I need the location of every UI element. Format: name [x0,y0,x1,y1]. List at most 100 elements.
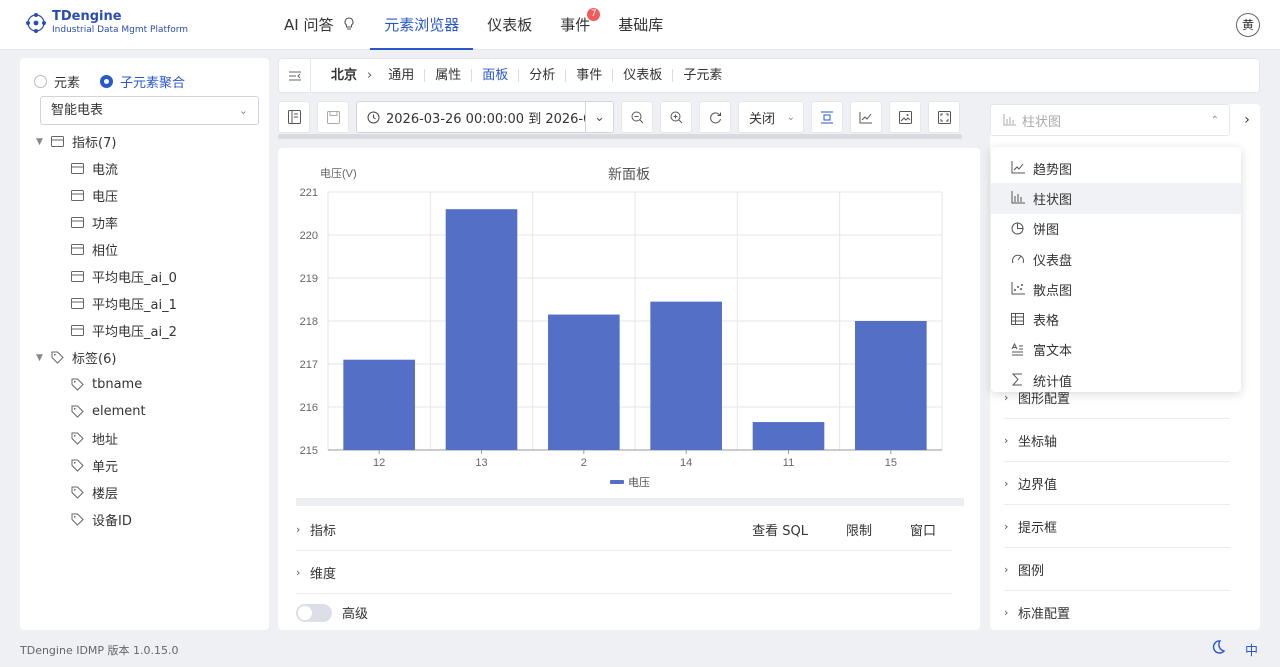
chevron-right-icon: › [1004,605,1009,619]
zoom-out-button[interactable] [621,101,653,133]
language-switch[interactable]: 中 [1245,640,1258,659]
tab-analysis[interactable]: 分析 [518,69,565,82]
config-section-bounds[interactable]: › 边界值 [1004,462,1230,505]
nav-events[interactable]: 事件 7 [546,0,604,50]
nav-dashboards[interactable]: 仪表板 [473,0,546,50]
trend-button[interactable] [850,101,882,133]
legend-swatch [610,480,624,484]
refresh-button[interactable] [699,101,731,133]
logo-subtitle: Industrial Data Mgmt Platform [52,25,189,35]
dark-mode-icon[interactable] [1210,639,1226,655]
template-select[interactable]: 智能电表 ⌄ [40,96,259,125]
zoom-in-button[interactable] [660,101,692,133]
tree-item-tag[interactable]: tbname [36,371,266,398]
config-section-standard[interactable]: › 标准配置 [1004,591,1230,634]
nav-library[interactable]: 基础库 [604,0,677,50]
y-axis-label: 电压(V) [320,167,357,180]
nav-ai-qa[interactable]: AI 问答 [270,0,370,50]
panel-toolbar: 2026-03-26 00:00:00 到 2026-03-2 ⌄ 关闭 ⌄ [278,100,967,134]
tab-events[interactable]: 事件 [565,69,612,82]
tree-item-metric[interactable]: 平均电压_ai_0 [36,263,266,290]
chart-type-select[interactable]: 柱状图 ⌃ [990,104,1230,136]
tree-item-metric[interactable]: 平均电压_ai_2 [36,317,266,344]
nav-element-browser[interactable]: 元素浏览器 [370,0,474,50]
metrics-section[interactable]: › 指标 查看 SQL 限制 窗口 [296,508,952,551]
chart-type-option-gauge[interactable]: 仪表盘 [991,244,1241,274]
auto-refresh-select[interactable]: 关闭 ⌄ [738,101,804,133]
fullscreen-icon [937,110,951,124]
chevron-right-icon: › [296,522,301,536]
breadcrumb-root[interactable]: 北京 [331,69,367,82]
tree-item-label: 单元 [92,460,119,475]
tree-item-metric[interactable]: 相位 [36,236,266,263]
snapshot-button[interactable] [889,101,921,133]
collapse-sidebar-button[interactable] [279,59,311,92]
y-tick-label: 215 [300,445,318,457]
chart-type-option-stat[interactable]: 统计值 [991,365,1241,395]
limit-link[interactable]: 限制 [846,520,872,539]
chart-scrollbar[interactable] [296,498,964,506]
bar [752,422,825,450]
config-section-axis[interactable]: › 坐标轴 [1004,419,1230,462]
time-range-picker[interactable]: 2026-03-26 00:00:00 到 2026-03-2 ⌄ [356,101,614,133]
avatar[interactable]: 黄 [1236,13,1260,37]
config-section-tooltip[interactable]: › 提示框 [1004,505,1230,548]
tree-group-metrics[interactable]: ▼ 指标(7) [36,128,266,155]
panel-list-button[interactable] [278,101,310,133]
tree-item-metric[interactable]: 平均电压_ai_1 [36,290,266,317]
fullscreen-button[interactable] [928,101,960,133]
time-range-value: 2026-03-26 00:00:00 到 2026-03-2 [386,111,613,127]
tab-attributes[interactable]: 属性 [424,69,471,82]
tab-general[interactable]: 通用 [378,69,424,82]
save-button[interactable] [317,101,349,133]
metric-icon [70,243,84,257]
chart-type-option-pie[interactable]: 饼图 [991,214,1241,244]
chart-type-option-table[interactable]: 表格 [991,304,1241,334]
main-nav: AI 问答 元素浏览器 仪表板 事件 7 基础库 [270,0,677,50]
chart-type-option-scatter[interactable]: 散点图 [991,274,1241,304]
tab-panel[interactable]: 面板 [471,69,518,82]
tree-group-tags[interactable]: ▼ 标签(6) [36,344,266,371]
y-tick-label: 221 [300,187,318,199]
toolbar-scrollbar[interactable] [278,134,962,139]
window-link[interactable]: 窗口 [910,520,936,539]
tree-item-tag[interactable]: element [36,398,266,425]
chevron-down-icon[interactable]: ⌄ [585,102,613,132]
tab-dashboards[interactable]: 仪表板 [612,69,672,82]
tree-item-tag[interactable]: 单元 [36,452,266,479]
tab-sub-elements[interactable]: 子元素 [672,69,732,82]
advanced-toggle[interactable] [296,603,332,622]
logo[interactable]: TDengine Industrial Data Mgmt Platform [24,10,188,36]
dimensions-section[interactable]: › 维度 [296,551,952,594]
metric-icon [70,162,84,176]
nav-label: AI 问答 [284,16,334,34]
line-chart-icon [859,111,872,123]
radio-element[interactable] [34,75,47,88]
tree-item-tag[interactable]: 楼层 [36,479,266,506]
rich-text-icon [1011,342,1025,357]
radio-sub-element-label[interactable]: 子元素聚合 [120,72,185,91]
pie-chart-icon [1011,222,1025,236]
caret-down-icon[interactable]: ▼ [36,137,50,147]
caret-down-icon[interactable]: ▼ [36,353,50,363]
align-button[interactable] [811,101,843,133]
radio-sub-element[interactable] [100,75,114,88]
chevron-down-icon: ⌄ [238,104,248,117]
radio-element-label[interactable]: 元素 [54,72,80,91]
tree-item-metric[interactable]: 电压 [36,182,266,209]
tree-item-metric[interactable]: 功率 [36,209,266,236]
chart-type-option-trend[interactable]: 趋势图 [991,153,1241,183]
tree-item-tag[interactable]: 设备ID [36,506,266,533]
option-label: 趋势图 [1033,162,1073,178]
tree-item-metric[interactable]: 电流 [36,155,266,182]
view-sql-link[interactable]: 查看 SQL [752,520,808,539]
chart-type-option-rich-text[interactable]: 富文本 [991,335,1241,365]
bar [343,359,415,450]
y-tick-label: 220 [300,230,318,242]
tree-item-label: 平均电压_ai_0 [92,271,177,286]
next-button[interactable]: › [1234,104,1260,136]
tree-item-tag[interactable]: 地址 [36,425,266,452]
config-section-legend[interactable]: › 图例 [1004,548,1230,591]
events-count-badge: 7 [587,8,601,21]
chart-type-option-bar[interactable]: 柱状图 [991,183,1241,214]
